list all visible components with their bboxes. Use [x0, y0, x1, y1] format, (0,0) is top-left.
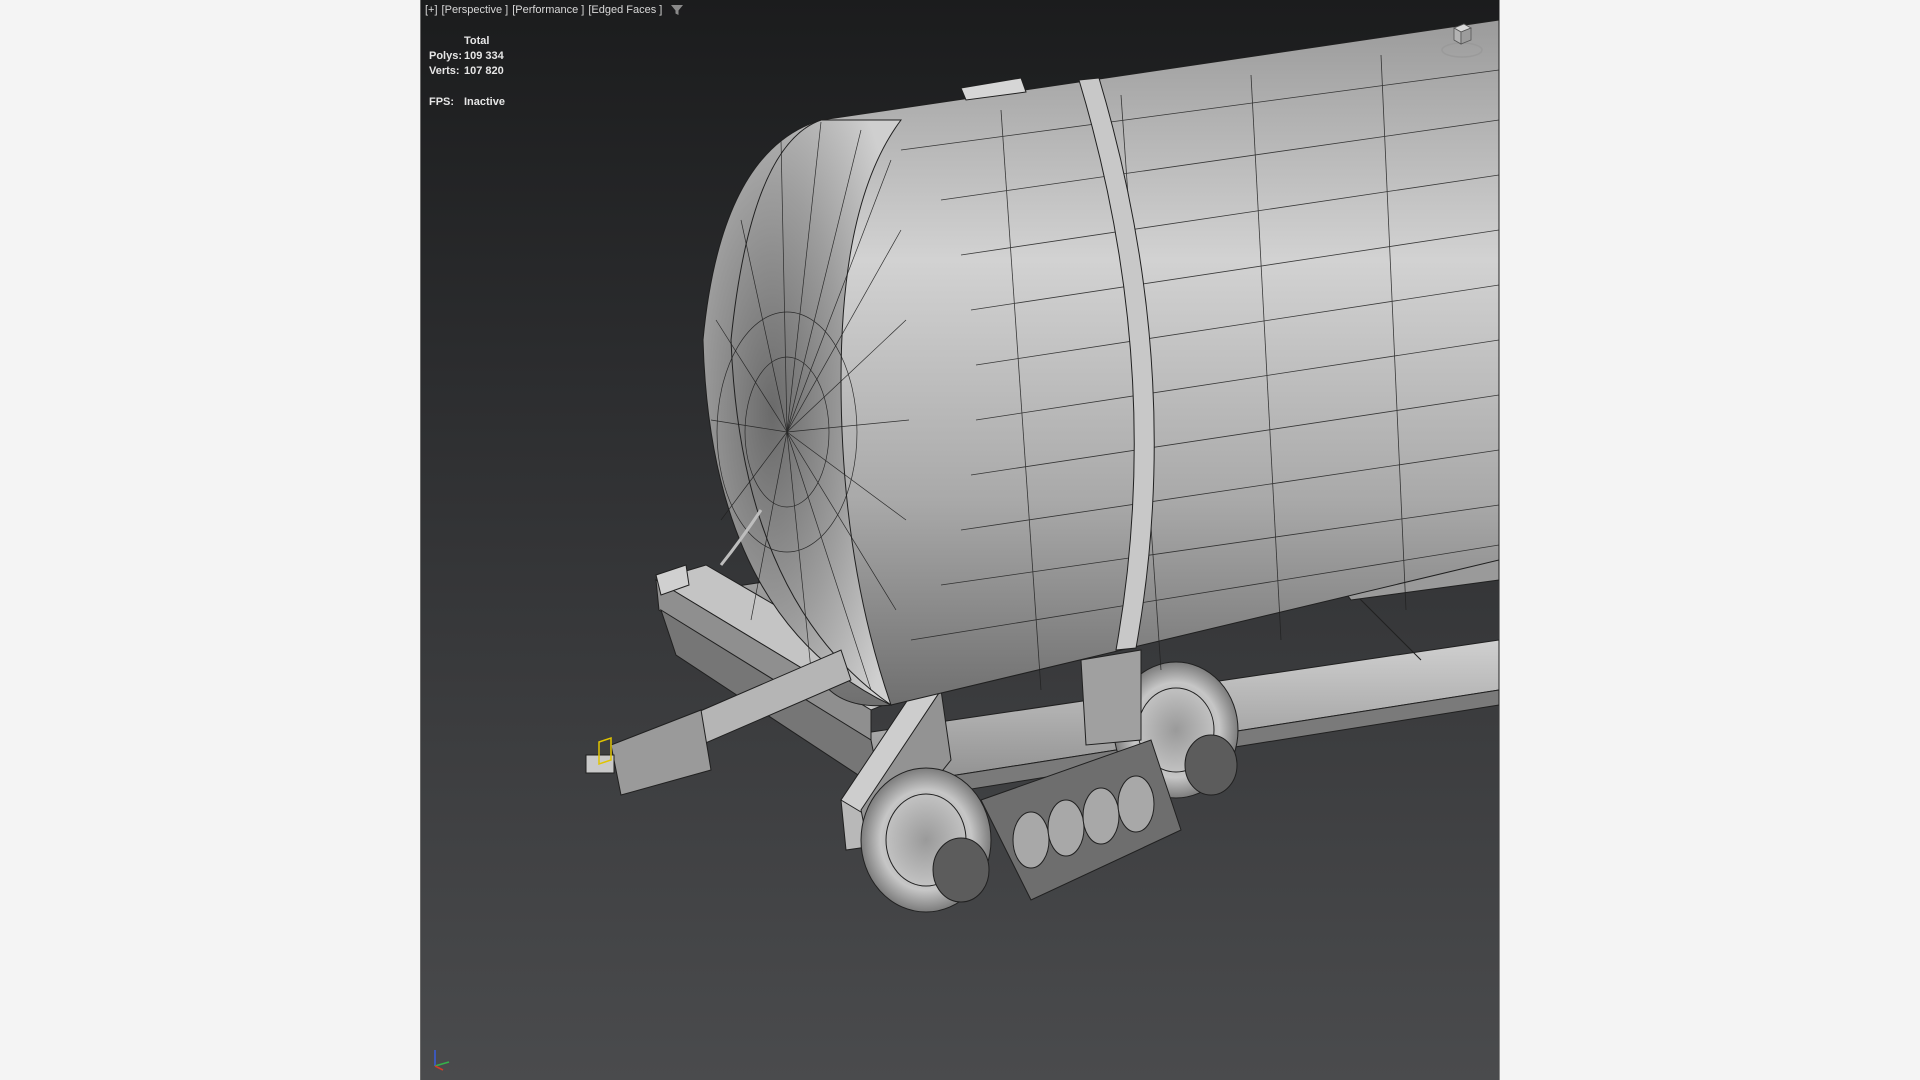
axis-tripod-icon [434, 1050, 450, 1071]
tank-wagon-model[interactable] [421, 0, 1499, 1080]
tank-body[interactable] [820, 19, 1499, 707]
3d-viewport[interactable]: [+] [Perspective ] [Performance ] [Edged… [420, 0, 1500, 1080]
viewcube-icon[interactable] [1439, 18, 1485, 60]
